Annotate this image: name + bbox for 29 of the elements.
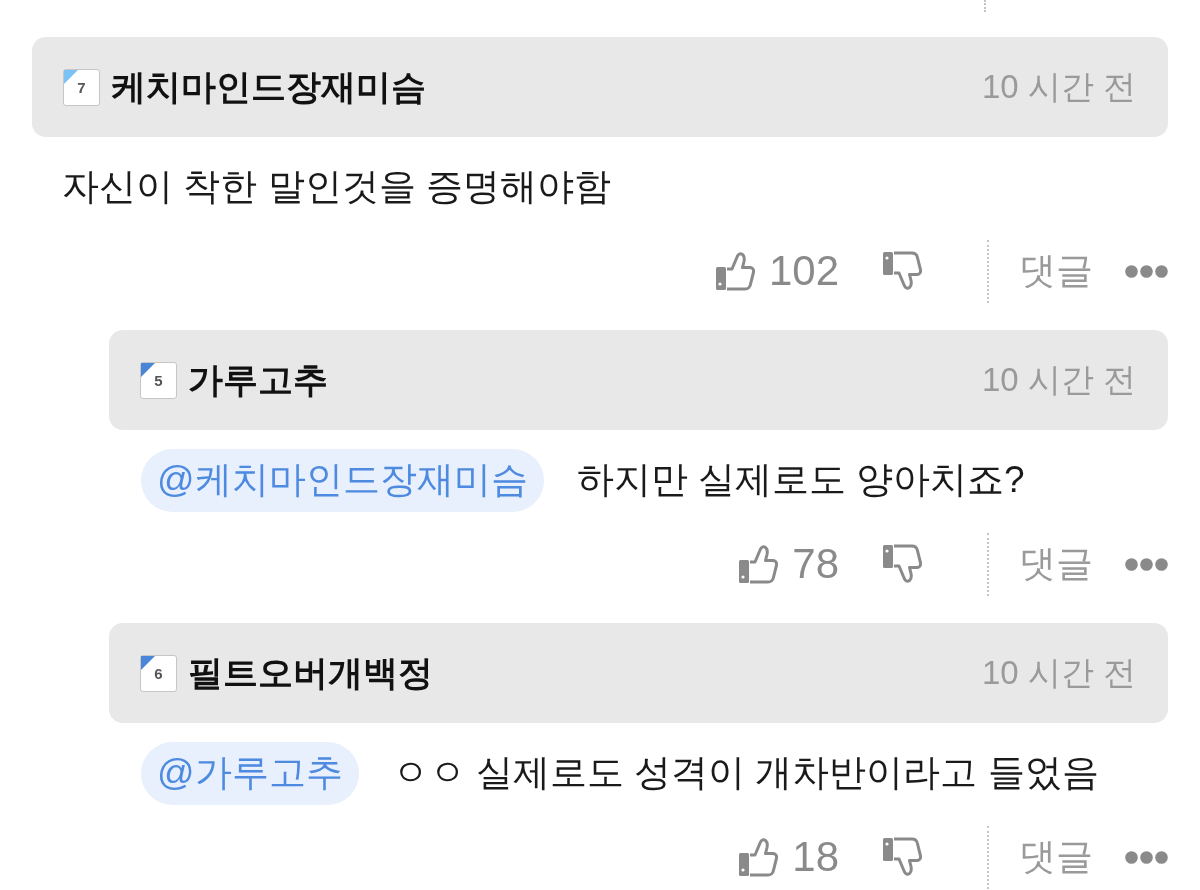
- author-name[interactable]: 가루고추: [188, 356, 328, 404]
- mention-tag[interactable]: @케치마인드장재미슴: [141, 448, 544, 512]
- comment-time: 10 시간 전: [981, 66, 1136, 107]
- thumb-up-icon[interactable]: [738, 544, 779, 584]
- reply-link[interactable]: 댓글: [1019, 539, 1093, 589]
- comment-text: 자신이 착한 말인것을 증명해야함: [62, 165, 611, 209]
- comment-text: ㅇㅇ 실제로도 성격이 개차반이라고 들었음: [391, 751, 1099, 795]
- like-count: 78: [792, 540, 839, 588]
- more-options-icon[interactable]: [1125, 850, 1168, 864]
- like-count: 18: [792, 833, 839, 881]
- level-number: 6: [154, 665, 163, 681]
- more-options-icon[interactable]: [1125, 264, 1168, 278]
- like-count: 102: [768, 247, 839, 295]
- level-number: 5: [154, 372, 163, 388]
- thumb-down-icon[interactable]: [882, 544, 922, 584]
- author-name[interactable]: 케치마인드장재미슴: [111, 63, 426, 111]
- mention-tag[interactable]: @가루고추: [141, 741, 359, 805]
- reply-link[interactable]: 댓글: [1019, 832, 1093, 882]
- more-options-icon[interactable]: [1125, 557, 1168, 571]
- comment-time: 10 시간 전: [981, 652, 1136, 693]
- thumb-down-icon[interactable]: [882, 251, 922, 291]
- reply-link[interactable]: 댓글: [1019, 246, 1093, 296]
- author-name[interactable]: 필트오버개백정: [188, 649, 433, 697]
- comment-time: 10 시간 전: [981, 359, 1136, 400]
- level-number: 7: [77, 79, 86, 95]
- thumb-up-icon[interactable]: [714, 251, 755, 291]
- comment-text: 하지만 실제로도 양아치죠?: [576, 458, 1025, 502]
- thumb-down-icon[interactable]: [882, 837, 922, 877]
- thumb-up-icon[interactable]: [738, 837, 779, 877]
